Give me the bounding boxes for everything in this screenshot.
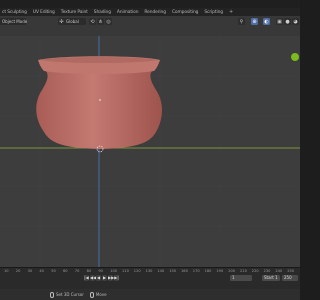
start-value: 1 <box>275 275 278 280</box>
ruler-tick-label: 150 <box>169 269 177 273</box>
status-action-cursor: Set 3D Cursor <box>56 292 84 297</box>
tab-compositing[interactable]: Compositing <box>172 10 199 15</box>
ruler-tick-label: 160 <box>181 269 188 273</box>
pot-mesh <box>36 56 162 149</box>
ruler-tick-label: 130 <box>145 269 153 273</box>
add-workspace-button[interactable]: + <box>229 9 233 15</box>
jump-end-button[interactable]: ▶| <box>114 275 119 281</box>
tab-texture-paint[interactable]: Texture Paint <box>61 10 88 15</box>
title-strip <box>0 0 300 8</box>
ruler-tick-label: 10 <box>4 269 9 273</box>
timeline-ruler: 10 20 30 40 50 60 70 80 90 100 110 120 130 140 150 160 1… <box>0 269 300 274</box>
pivot-icon[interactable]: ⟲ <box>89 18 96 25</box>
current-frame-value: 1 <box>232 275 235 280</box>
end-frame-field[interactable]: 250 <box>282 275 298 281</box>
current-frame-field[interactable]: 1 <box>230 275 252 281</box>
tab-shading[interactable]: Shading <box>94 10 111 15</box>
ruler-tick-label: 30 <box>27 269 33 273</box>
ruler-tick-label: 230 <box>263 269 271 273</box>
tab-uv-editing[interactable]: UV Editing <box>33 10 55 15</box>
workspace-tabs: ct Sculpting UV Editing Texture Paint Sh… <box>0 8 300 16</box>
mode-label: Object Mode <box>2 19 28 24</box>
viewport-canvas <box>0 36 300 267</box>
jump-start-button[interactable]: |◀ <box>84 275 89 281</box>
play-reverse-button[interactable]: ◀ <box>96 275 101 281</box>
viewport-header: Object Mode ✣ Global ⟲ ⋔ ◎ ⚲ ⊕ ◐ ▣ ● ◕ <box>0 16 300 36</box>
navigation-gizmo-icon[interactable] <box>291 53 299 61</box>
transform-orientation-dropdown[interactable]: Global <box>64 18 86 25</box>
ruler-tick-label: 170 <box>192 269 200 273</box>
ruler-tick-label: 140 <box>157 269 165 273</box>
ruler-tick-label: 80 <box>86 269 92 273</box>
ruler-tick-label: 70 <box>74 269 80 273</box>
ruler-tick-label: 40 <box>39 269 44 273</box>
shading-solid-icon[interactable]: ● <box>284 18 291 25</box>
ruler-tick-label: 60 <box>63 269 68 273</box>
shading-material-icon[interactable]: ◕ <box>292 18 299 25</box>
ruler-tick-label: 110 <box>122 269 129 273</box>
mouse-middle-icon <box>89 291 94 298</box>
ruler-tick-label: 220 <box>251 269 259 273</box>
status-bar: Set 3D Cursor Move <box>0 289 300 300</box>
ruler-tick-label: 250 <box>287 269 295 273</box>
ruler-tick-label: 200 <box>228 269 236 273</box>
overlays-icon[interactable]: ◐ <box>263 18 270 25</box>
timeline[interactable]: 10 20 30 40 50 60 70 80 90 100 110 120 130 140 150 160 1… <box>0 267 300 289</box>
tab-animation[interactable]: Animation <box>117 10 139 15</box>
ruler-tick-label: 100 <box>110 269 118 273</box>
xray-icon[interactable]: ▣ <box>276 18 283 25</box>
tab-scripting[interactable]: Scripting <box>204 10 223 15</box>
ruler-tick-label: 120 <box>133 269 141 273</box>
play-button[interactable]: ▶ <box>102 275 107 281</box>
ruler-tick-label: 180 <box>204 269 212 273</box>
end-value: 250 <box>284 275 292 280</box>
ruler-tick-label: 50 <box>51 269 56 273</box>
tab-sculpting[interactable]: ct Sculpting <box>2 10 27 15</box>
jump-keyframe-back-button[interactable]: ◀◀ <box>90 275 96 281</box>
visibility-icon[interactable]: ⚲ <box>238 18 245 25</box>
snap-icon[interactable]: ⋔ <box>97 18 104 25</box>
tab-rendering[interactable]: Rendering <box>144 10 166 15</box>
mouse-left-icon <box>50 291 54 298</box>
ruler-tick-label: 20 <box>15 269 21 273</box>
jump-keyframe-forward-button[interactable]: ▶▶ <box>108 275 114 281</box>
ruler-tick-label: 240 <box>275 269 283 273</box>
proportional-edit-icon[interactable]: ◎ <box>105 18 112 25</box>
ruler-tick-label: 190 <box>216 269 224 273</box>
start-label: Start <box>264 275 274 280</box>
start-frame-field[interactable]: Start 1 <box>262 275 280 281</box>
orientation-label: Global <box>66 19 79 24</box>
3d-viewport[interactable] <box>0 36 300 267</box>
ruler-tick-label: 90 <box>98 269 103 273</box>
status-action-move: Move <box>95 292 107 297</box>
object-mode-dropdown[interactable]: Object Mode <box>0 18 28 25</box>
ruler-tick-label: 210 <box>240 269 247 273</box>
gizmo-toggle-icon[interactable]: ⊕ <box>251 18 258 25</box>
